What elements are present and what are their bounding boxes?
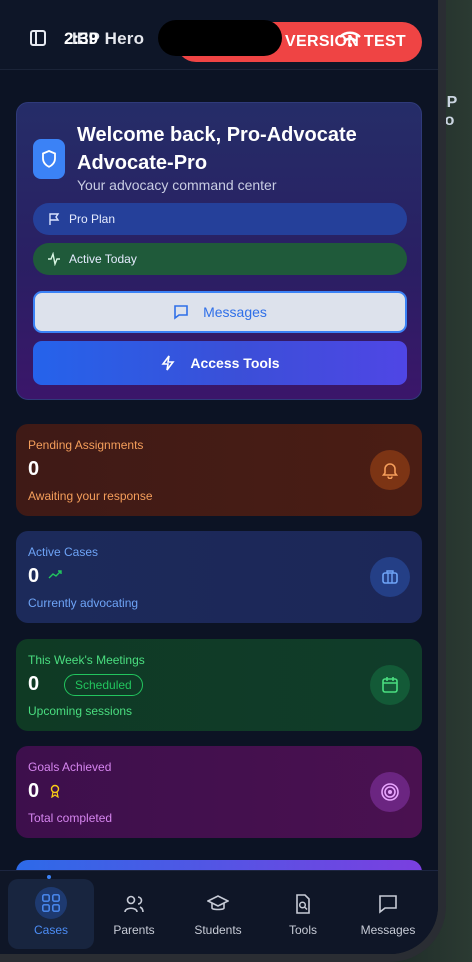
award-icon bbox=[50, 784, 60, 798]
phone-screen: IEP Hero 2:39 APP VERSION TEST Welcome b… bbox=[0, 0, 446, 962]
activity-badge: Active Today bbox=[33, 243, 407, 275]
users-icon bbox=[124, 895, 144, 913]
stat-subtitle: Currently advocating bbox=[28, 596, 139, 610]
stat-value: 0 bbox=[28, 458, 40, 480]
plan-label: Pro Plan bbox=[69, 212, 116, 226]
app-header: IEP Hero 2:39 APP VERSION TEST bbox=[0, 0, 438, 70]
wifi-icon bbox=[339, 31, 361, 47]
welcome-subtitle: Your advocacy command center bbox=[77, 177, 277, 193]
activity-label: Active Today bbox=[69, 252, 137, 266]
bottom-navigation: Cases Parents Students Tools Messages bbox=[0, 870, 438, 954]
stat-value: 0 bbox=[28, 565, 40, 587]
status-time: 2:39 bbox=[64, 29, 99, 48]
weekly-meetings-card[interactable]: This Week's Meetings 0 Scheduled Upcomin… bbox=[16, 639, 422, 731]
goals-achieved-card[interactable]: Goals Achieved 0 Total completed bbox=[16, 746, 422, 838]
activity-icon bbox=[48, 252, 60, 266]
target-icon bbox=[370, 772, 410, 812]
welcome-heading: Welcome back, Pro-Advocate Advocate-Pro bbox=[77, 124, 357, 174]
messages-button[interactable]: Messages bbox=[33, 291, 407, 333]
message-icon bbox=[379, 895, 397, 914]
calendar-icon bbox=[370, 665, 410, 705]
stat-label: Goals Achieved bbox=[28, 760, 112, 774]
stat-subtitle: Total completed bbox=[28, 811, 113, 825]
plan-badge: Pro Plan bbox=[33, 203, 407, 235]
stat-subtitle: Awaiting your response bbox=[28, 489, 153, 503]
pending-assignments-card[interactable]: Pending Assignments 0 Awaiting your resp… bbox=[16, 424, 422, 516]
file-search-icon bbox=[296, 894, 310, 914]
nav-label: Tools bbox=[288, 923, 317, 937]
nav-messages[interactable]: Messages bbox=[345, 879, 431, 949]
nav-parents[interactable]: Parents bbox=[91, 879, 177, 949]
welcome-card: Welcome back, Pro-Advocate Advocate-Pro … bbox=[16, 102, 422, 400]
dynamic-island bbox=[158, 20, 282, 56]
stat-value: 0 bbox=[28, 780, 40, 802]
access-tools-button[interactable]: Access Tools bbox=[33, 341, 407, 385]
graduation-cap-icon bbox=[207, 895, 229, 911]
grid-icon bbox=[42, 894, 60, 912]
stat-subtitle: Upcoming sessions bbox=[28, 704, 133, 718]
access-tools-label: Access Tools bbox=[190, 355, 280, 371]
shield-icon bbox=[33, 139, 65, 179]
stat-label: This Week's Meetings bbox=[28, 653, 145, 667]
nav-tools[interactable]: Tools bbox=[260, 879, 346, 949]
bell-icon bbox=[370, 450, 410, 490]
nav-label: Students bbox=[194, 923, 242, 937]
nav-label: Messages bbox=[360, 923, 416, 937]
stat-label: Active Cases bbox=[28, 545, 99, 559]
scheduled-badge: Scheduled bbox=[64, 674, 143, 696]
stat-value: 0 bbox=[28, 673, 40, 695]
trending-up-icon bbox=[48, 570, 62, 579]
sidebar-toggle-icon[interactable] bbox=[30, 30, 46, 46]
nav-label: Cases bbox=[33, 923, 68, 937]
lightning-icon bbox=[161, 355, 175, 371]
stat-label: Pending Assignments bbox=[28, 438, 144, 452]
nav-label: Parents bbox=[113, 923, 155, 937]
nav-cases[interactable]: Cases bbox=[8, 879, 94, 949]
message-icon bbox=[174, 305, 188, 320]
nav-students[interactable]: Students bbox=[175, 879, 261, 949]
flag-icon bbox=[49, 213, 60, 225]
briefcase-icon bbox=[370, 557, 410, 597]
active-cases-card[interactable]: Active Cases 0 Currently advocating bbox=[16, 531, 422, 623]
messages-button-label: Messages bbox=[203, 304, 267, 320]
